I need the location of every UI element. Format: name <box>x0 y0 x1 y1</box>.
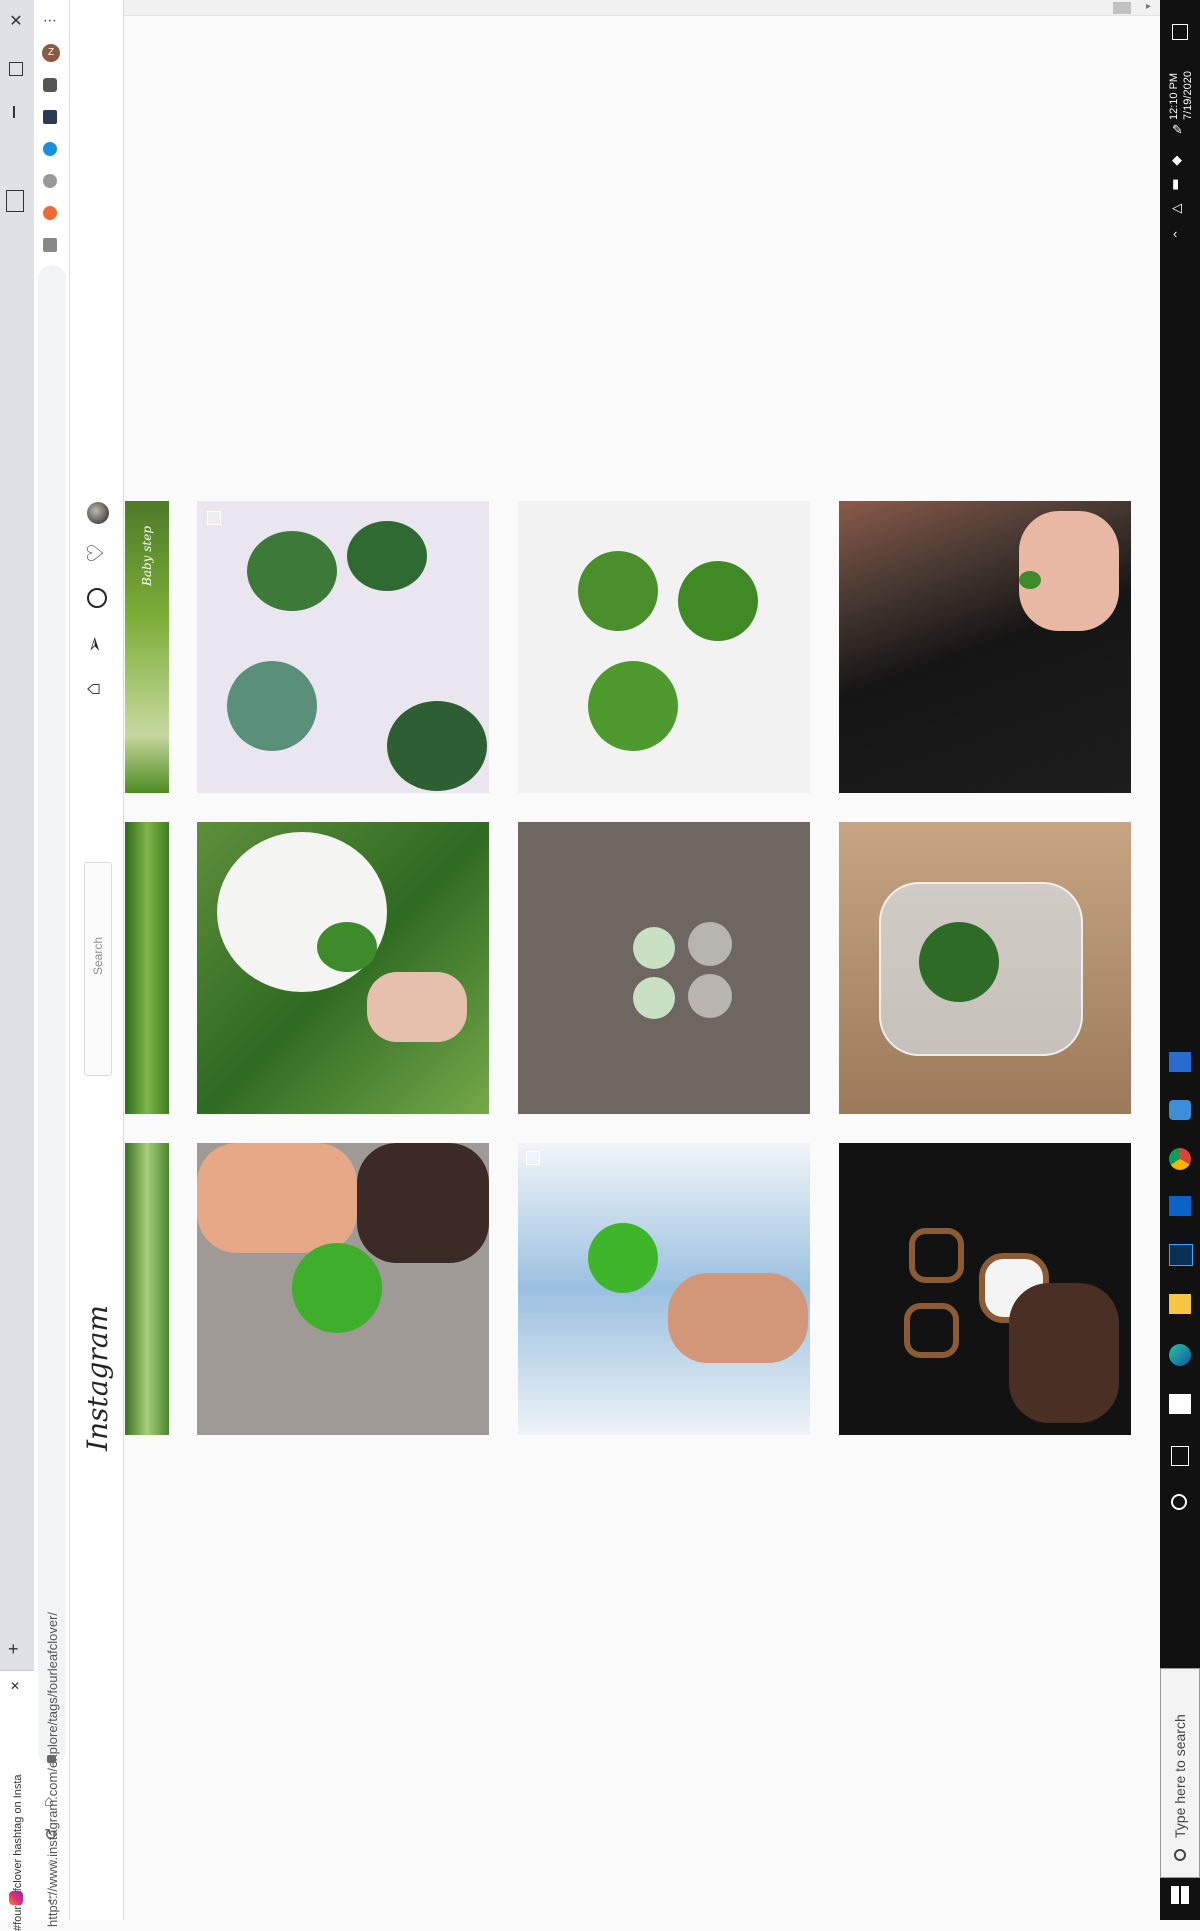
clock-time[interactable]: 12:10 PM <box>1168 50 1182 120</box>
search-placeholder: Search <box>91 936 105 976</box>
bead-shape <box>633 927 675 969</box>
extension-orange-icon[interactable] <box>43 206 57 220</box>
app-settings-icon[interactable] <box>1169 1100 1191 1120</box>
windows-start-icon[interactable] <box>1171 1886 1189 1904</box>
post-tile[interactable] <box>839 822 1131 1114</box>
post-tile[interactable] <box>518 822 810 1114</box>
home-nav-icon[interactable]: ⌂ <box>80 682 106 695</box>
forward-icon[interactable]: ↑ <box>46 1857 54 1875</box>
partial-post-3[interactable] <box>125 1143 169 1435</box>
partial-post-caption: Baby step <box>140 525 154 586</box>
instagram-logo[interactable]: Instagram <box>81 1305 114 1451</box>
profile-avatar[interactable] <box>87 502 109 524</box>
multi-photo-icon <box>207 511 221 525</box>
charm-shape <box>688 922 732 966</box>
clover-leaf-shape <box>1019 571 1041 589</box>
direct-send-icon[interactable]: ➢ <box>82 636 107 653</box>
instagram-favicon-icon <box>9 1891 23 1905</box>
tab-search-icon[interactable] <box>6 190 24 212</box>
volume-icon[interactable]: ◁ <box>1172 200 1182 216</box>
edge-icon[interactable] <box>1169 1344 1191 1366</box>
cookie-cutter-shape <box>904 1303 959 1358</box>
chrome-icon[interactable] <box>1169 1148 1191 1170</box>
outlook-icon[interactable] <box>1169 1196 1191 1216</box>
store-icon[interactable] <box>1169 1394 1191 1414</box>
extension-graph-icon[interactable] <box>43 110 57 124</box>
taskbar-search-placeholder: Type here to search <box>1172 1714 1188 1838</box>
scroll-right-arrow-icon[interactable]: ▸ <box>1146 1 1151 12</box>
clover-leaf-shape <box>678 561 758 641</box>
cookie-cutter-shape <box>909 1228 964 1283</box>
lock-icon[interactable] <box>47 1755 56 1763</box>
chevron-up-icon[interactable]: ‹ <box>1173 226 1177 241</box>
clover-leaf-shape <box>247 531 337 611</box>
post-tile[interactable] <box>197 1143 489 1435</box>
tab-close-icon[interactable]: ✕ <box>10 1679 20 1693</box>
clover-leaf-shape <box>588 1223 658 1293</box>
active-tab[interactable]: ✕ #fourleafclover hashtag on Insta <box>0 1670 34 1931</box>
taskbar-search-input[interactable]: Type here to search <box>1160 1668 1200 1878</box>
clover-leaf-shape <box>227 661 317 751</box>
charm-shape <box>688 974 732 1018</box>
minimize-window-icon[interactable] <box>13 106 15 118</box>
close-window-icon[interactable]: ✕ <box>6 12 26 32</box>
windows-taskbar: 12:10 PM 7/19/2020 ✎ ◆ ▮ ◁ ‹ <box>1160 0 1200 1920</box>
network-icon[interactable]: ▮ <box>1172 176 1179 192</box>
horizontal-scrollbar[interactable]: ◂ ▸ <box>70 0 1160 16</box>
clover-leaf-shape <box>588 661 678 751</box>
photoshop-icon[interactable] <box>1169 1244 1193 1266</box>
post-tile[interactable] <box>518 501 810 793</box>
clover-leaf-shape <box>578 551 658 631</box>
post-tile[interactable] <box>518 1143 810 1435</box>
extension-blue-icon[interactable] <box>43 142 57 156</box>
multi-photo-icon <box>526 1151 540 1165</box>
more-menu-icon[interactable]: ⋯ <box>43 12 57 29</box>
extension-circle-icon[interactable] <box>43 174 57 188</box>
home-icon[interactable]: ⌂ <box>44 1793 54 1811</box>
hand-shape <box>1009 1283 1119 1423</box>
post-tile[interactable] <box>839 1143 1131 1435</box>
extensions-icon[interactable] <box>43 78 57 92</box>
new-tab-icon[interactable]: + <box>8 1640 26 1658</box>
reload-icon[interactable]: ↻ <box>44 1825 57 1845</box>
clock-date[interactable]: 7/19/2020 <box>1182 50 1196 120</box>
post-tile[interactable] <box>197 822 489 1114</box>
hand-shape <box>357 1143 489 1263</box>
search-icon <box>1174 1849 1186 1861</box>
clover-leaf-shape <box>387 701 487 791</box>
explore-compass-icon[interactable] <box>87 588 107 608</box>
extension-gray-icon[interactable] <box>43 238 57 252</box>
clover-leaf-shape <box>347 521 427 591</box>
avatar[interactable]: Z <box>42 44 60 62</box>
scrollbar-thumb[interactable] <box>1113 2 1131 14</box>
address-bar[interactable]: https://www.instagram.com/explore/tags/f… <box>38 265 66 1927</box>
search-input[interactable]: Search <box>84 862 112 1076</box>
browser-tab-strip: ✕ + <box>0 0 34 1920</box>
hand-shape <box>367 972 467 1042</box>
cortana-icon[interactable] <box>1171 1494 1187 1510</box>
notification-icon[interactable] <box>1172 24 1188 40</box>
partial-post-1[interactable]: Baby step <box>125 501 169 793</box>
post-tile[interactable] <box>839 501 1131 793</box>
clover-leaf-shape <box>919 922 999 1002</box>
task-view-icon[interactable] <box>1171 1446 1189 1466</box>
hand-shape <box>197 1143 357 1253</box>
partial-post-2[interactable] <box>125 822 169 1114</box>
hand-shape <box>668 1273 808 1363</box>
dropbox-icon[interactable]: ◆ <box>1172 152 1182 168</box>
heart-icon[interactable]: ♡ <box>83 543 109 563</box>
clover-leaf-shape <box>317 922 377 972</box>
pen-icon[interactable]: ✎ <box>1172 122 1183 138</box>
restore-window-icon[interactable] <box>9 62 23 76</box>
clover-leaf-shape <box>292 1243 382 1333</box>
back-icon[interactable]: ↓ <box>46 1889 54 1907</box>
post-tile[interactable] <box>197 501 489 793</box>
file-explorer-icon[interactable] <box>1169 1294 1191 1314</box>
app-dashboard-icon[interactable] <box>1169 1052 1191 1072</box>
bead-shape <box>633 977 675 1019</box>
